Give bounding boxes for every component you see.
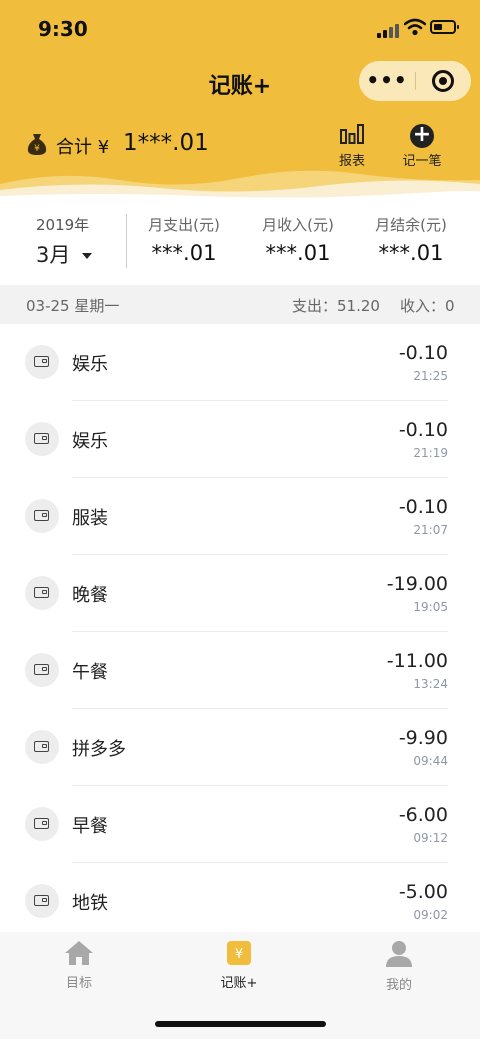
tab-goals[interactable]: 目标 [39, 940, 119, 991]
svg-text:¥: ¥ [235, 947, 243, 962]
list-item[interactable]: 娱乐 -0.10 21:25 [0, 324, 480, 401]
entry-category: 午餐 [72, 662, 108, 683]
money-bag-icon: ¥ [27, 134, 47, 155]
entry-time: 21:07 [413, 523, 448, 537]
battery-icon [430, 20, 459, 34]
entry-time: 21:25 [413, 369, 448, 383]
list-item[interactable]: 服装 -0.10 21:07 [0, 478, 480, 555]
bar-chart-icon [340, 124, 364, 144]
day-expense: 支出：51.20 [292, 297, 380, 315]
tab-bookkeeping[interactable]: ¥ 记账+ [199, 940, 279, 991]
miniprogram-capsule: ••• [359, 61, 471, 101]
month-balance: 月结余(元) ***.01 [356, 214, 466, 265]
signal-icon [377, 22, 399, 38]
plus-icon: + [410, 124, 434, 148]
month-label: 3月 [36, 243, 71, 267]
entry-amount: -0.10 [398, 419, 448, 441]
month-balance-label: 月结余(元) [375, 216, 447, 234]
list-item[interactable]: 晚餐 -19.00 19:05 [0, 555, 480, 632]
month-income: 月收入(元) ***.01 [243, 214, 353, 265]
entry-category: 拼多多 [72, 739, 126, 760]
wallet-icon [25, 653, 59, 687]
tab-goals-label: 目标 [65, 976, 92, 991]
wallet-icon [25, 499, 59, 533]
status-time: 9:30 [38, 17, 88, 41]
entry-time: 21:19 [413, 446, 448, 460]
entry-category: 地铁 [72, 893, 108, 914]
month-balance-value: ***.01 [378, 241, 444, 265]
monthly-summary: 2019年 3月 月支出(元) ***.01 月收入(元) ***.01 月结余… [0, 200, 480, 285]
day-header: 03-25 星期一 支出：51.20 收入：0 [0, 285, 480, 324]
month-income-value: ***.01 [265, 241, 331, 265]
wallet-icon [25, 422, 59, 456]
entry-time: 09:02 [413, 908, 448, 922]
svg-text:¥: ¥ [34, 144, 40, 154]
status-bar: 9:30 [0, 0, 480, 60]
header: 9:30 记账+ ••• ¥ 合计 ¥ 1***.01 报表 + 记一笔 [0, 0, 480, 200]
more-menu-button[interactable]: ••• [359, 61, 415, 101]
list-item[interactable]: 午餐 -11.00 13:24 [0, 632, 480, 709]
wallet-icon [25, 807, 59, 841]
entry-amount: -0.10 [398, 496, 448, 518]
tab-me[interactable]: 我的 [359, 940, 439, 993]
total-label: 合计 ¥ [56, 137, 110, 158]
list-item[interactable]: 娱乐 -0.10 21:19 [0, 401, 480, 478]
month-expense-label: 月支出(元) [148, 216, 220, 234]
month-expense-value: ***.01 [151, 241, 217, 265]
entry-time: 09:12 [413, 831, 448, 845]
entry-amount: -6.00 [398, 804, 448, 826]
list-item[interactable]: 早餐 -6.00 09:12 [0, 786, 480, 863]
header-wave [0, 170, 480, 200]
year-label: 2019年 [36, 216, 90, 234]
tab-bookkeeping-label: 记账+ [220, 976, 258, 991]
entry-category: 服装 [72, 508, 108, 529]
entry-category: 娱乐 [72, 431, 108, 452]
entry-amount: -5.00 [398, 881, 448, 903]
list-item[interactable]: 地铁 -5.00 09:02 [0, 863, 480, 940]
wallet-icon [25, 884, 59, 918]
entry-category: 娱乐 [72, 354, 108, 375]
entry-category: 晚餐 [72, 585, 108, 606]
list-item[interactable]: 拼多多 -9.90 09:44 [0, 709, 480, 786]
entry-list: 娱乐 -0.10 21:25 娱乐 -0.10 21:19 服装 -0.10 2… [0, 324, 480, 940]
caret-down-icon [82, 253, 93, 259]
total-value: 1***.01 [123, 130, 209, 156]
capsule-divider [415, 72, 416, 90]
person-icon [386, 941, 412, 967]
wifi-icon [404, 18, 426, 36]
wallet-icon [25, 345, 59, 379]
wallet-icon [25, 730, 59, 764]
day-date: 03-25 星期一 [26, 297, 120, 315]
close-target-button[interactable] [432, 70, 454, 92]
month-income-label: 月收入(元) [262, 216, 334, 234]
summary-divider [126, 214, 127, 268]
entry-amount: -11.00 [386, 650, 448, 672]
entry-amount: -0.10 [398, 342, 448, 364]
home-icon [65, 941, 93, 965]
month-expense: 月支出(元) ***.01 [129, 214, 239, 265]
ledger-icon: ¥ [227, 941, 251, 965]
entry-time: 09:44 [413, 754, 448, 768]
entry-amount: -9.90 [398, 727, 448, 749]
entry-category: 早餐 [72, 816, 108, 837]
entry-time: 13:24 [413, 677, 448, 691]
entry-time: 19:05 [413, 600, 448, 614]
month-picker[interactable]: 2019年 3月 [36, 214, 93, 269]
wallet-icon [25, 576, 59, 610]
entry-amount: -19.00 [386, 573, 448, 595]
day-income: 收入：0 [400, 297, 455, 315]
tab-me-label: 我的 [385, 978, 412, 993]
home-indicator [155, 1021, 326, 1027]
